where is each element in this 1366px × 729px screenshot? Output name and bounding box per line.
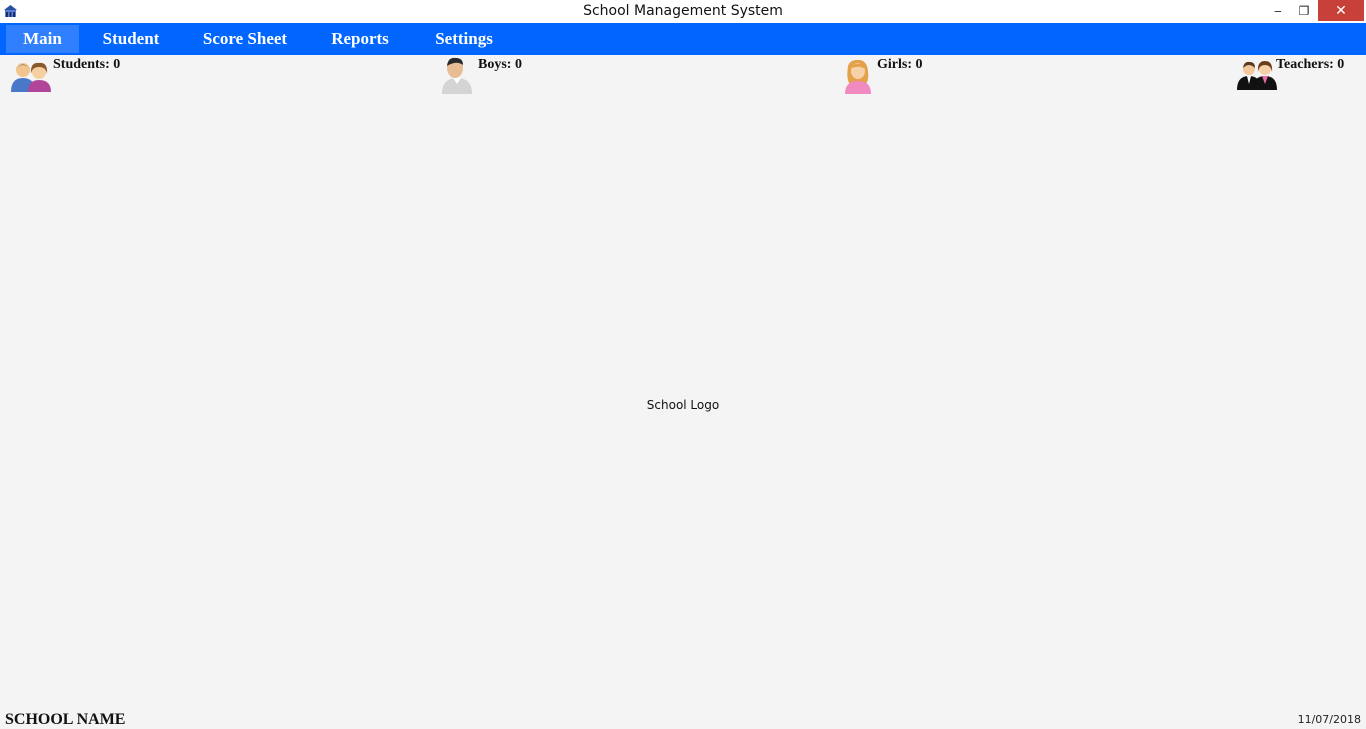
students-group-icon (11, 62, 51, 92)
school-logo-placeholder: School Logo (646, 398, 720, 412)
close-icon: ✕ (1335, 2, 1347, 19)
menu-bar: Main Student Score Sheet Reports Setting… (0, 23, 1366, 55)
restore-icon: ❐ (1298, 3, 1310, 18)
girl-avatar-icon (845, 59, 871, 94)
minimize-icon: ‒ (1274, 3, 1282, 18)
title-bar[interactable]: School Management System ‒ ❐ ✕ (0, 0, 1366, 23)
school-name: SCHOOL NAME (5, 711, 126, 728)
window-title: School Management System (583, 3, 783, 19)
current-date: 11/07/2018 (1297, 713, 1361, 726)
close-button[interactable]: ✕ (1318, 0, 1364, 21)
menu-student[interactable]: Student (90, 25, 172, 53)
students-count: Students: 0 (53, 57, 121, 72)
teachers-pair-icon (1237, 61, 1277, 90)
app-window: School Management System ‒ ❐ ✕ Main Stud… (0, 0, 1366, 729)
menu-score-sheet[interactable]: Score Sheet (186, 25, 304, 53)
teachers-count: Teachers: 0 (1276, 57, 1345, 72)
minimize-button[interactable]: ‒ (1265, 0, 1291, 21)
menu-settings[interactable]: Settings (418, 25, 510, 53)
menu-reports[interactable]: Reports (318, 25, 402, 53)
boys-count: Boys: 0 (478, 57, 522, 72)
girls-count: Girls: 0 (877, 57, 923, 72)
restore-button[interactable]: ❐ (1291, 0, 1317, 21)
boy-avatar-icon (442, 57, 472, 94)
menu-main[interactable]: Main (6, 25, 79, 53)
